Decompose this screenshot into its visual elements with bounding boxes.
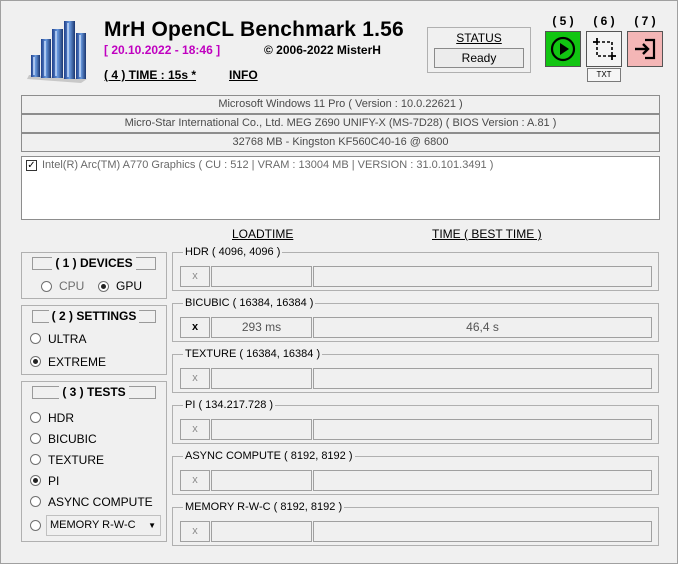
run-shortcut-number: ( 5 ) — [552, 14, 574, 28]
cpu-label: CPU — [59, 279, 85, 293]
result-label: TEXTURE ( 16384, 16384 ) — [183, 348, 323, 360]
extreme-radio[interactable] — [30, 356, 41, 367]
screenshot-shortcut-number: ( 6 ) — [593, 14, 615, 28]
async-compute-label: ASYNC COMPUTE — [48, 495, 153, 509]
result-row-memory-rwc: MEMORY R-W-C ( 8192, 8192 ) x — [172, 501, 659, 546]
device-checkbox[interactable]: ✓ — [26, 160, 37, 171]
texture-label: TEXTURE — [48, 453, 105, 467]
settings-group-title-text: ( 2 ) SETTINGS — [48, 309, 140, 323]
status-value: Ready — [434, 48, 524, 68]
time-value: 46,4 s — [313, 317, 652, 338]
result-row-hdr: HDR ( 4096, 4096 ) x — [172, 246, 659, 291]
tests-group-title-text: ( 3 ) TESTS — [59, 385, 129, 399]
device-list-item[interactable]: Intel(R) Arc(TM) A770 Graphics ( CU : 51… — [42, 159, 493, 171]
txt-export-button[interactable]: TXT — [587, 68, 621, 82]
motherboard-info: Micro-Star International Co., Ltd. MEG Z… — [21, 114, 660, 133]
bicubic-label: BICUBIC — [48, 432, 97, 446]
loadtime-value: 293 ms — [211, 317, 312, 338]
play-icon — [550, 36, 576, 62]
memory-rwc-radio[interactable] — [30, 520, 41, 531]
exit-button[interactable] — [627, 31, 663, 67]
cpu-radio[interactable] — [41, 281, 52, 292]
loadtime-value — [211, 470, 312, 491]
clear-result-button[interactable]: x — [180, 521, 210, 542]
device-list: ✓ Intel(R) Arc(TM) A770 Graphics ( CU : … — [21, 156, 660, 220]
exit-shortcut-number: ( 7 ) — [634, 14, 656, 28]
result-row-texture: TEXTURE ( 16384, 16384 ) x — [172, 348, 659, 393]
memory-test-select-value: MEMORY R-W-C — [50, 519, 136, 531]
copyright-text: © 2006-2022 MisterH — [264, 43, 381, 57]
pi-label: PI — [48, 474, 60, 488]
ultra-label: ULTRA — [48, 332, 87, 346]
loadtime-column-header: LOADTIME — [232, 227, 294, 241]
hdr-label: HDR — [48, 411, 74, 425]
result-label: MEMORY R-W-C ( 8192, 8192 ) — [183, 501, 345, 513]
time-setting-link[interactable]: ( 4 ) TIME : 15s * — [104, 68, 196, 82]
clear-result-button[interactable]: x — [180, 470, 210, 491]
info-link[interactable]: INFO — [229, 68, 258, 82]
clear-result-button[interactable]: x — [180, 419, 210, 440]
async-compute-radio[interactable] — [30, 496, 41, 507]
ultra-radio[interactable] — [30, 333, 41, 344]
result-row-pi: PI ( 134.217.728 ) x — [172, 399, 659, 444]
clear-result-button[interactable]: x — [180, 317, 210, 338]
bicubic-radio[interactable] — [30, 433, 41, 444]
result-row-async-compute: ASYNC COMPUTE ( 8192, 8192 ) x — [172, 450, 659, 495]
pi-radio[interactable] — [30, 475, 41, 486]
run-button[interactable] — [545, 31, 581, 67]
exit-icon — [635, 38, 656, 60]
memory-test-select[interactable]: MEMORY R-W-C ▼ — [46, 515, 161, 536]
gpu-radio[interactable] — [98, 281, 109, 292]
devices-group-title-text: ( 1 ) DEVICES — [52, 256, 136, 270]
devices-group-title: ( 1 ) DEVICES — [32, 256, 156, 270]
result-label: PI ( 134.217.728 ) — [183, 399, 276, 411]
tests-group-title: ( 3 ) TESTS — [32, 385, 156, 399]
app-logo-icon — [27, 17, 89, 83]
build-date: [ 20.10.2022 - 18:46 ] — [104, 43, 221, 57]
screenshot-button[interactable] — [586, 31, 622, 67]
loadtime-value — [211, 521, 312, 542]
time-value — [313, 470, 652, 491]
result-label: BICUBIC ( 16384, 16384 ) — [183, 297, 316, 309]
app-title: MrH OpenCL Benchmark 1.56 — [104, 18, 404, 41]
memory-info: 32768 MB - Kingston KF560C40-16 @ 6800 — [21, 133, 660, 152]
hdr-radio[interactable] — [30, 412, 41, 423]
os-info: Microsoft Windows 11 Pro ( Version : 10.… — [21, 95, 660, 114]
time-column-header: TIME ( BEST TIME ) — [432, 227, 542, 241]
loadtime-value — [211, 266, 312, 287]
devices-group: ( 1 ) DEVICES CPU GPU — [21, 252, 167, 299]
status-title: STATUS — [456, 31, 502, 45]
time-value — [313, 368, 652, 389]
gpu-label: GPU — [116, 279, 143, 293]
dropdown-arrow-icon: ▼ — [148, 521, 156, 530]
app-window: MrH OpenCL Benchmark 1.56 [ 20.10.2022 -… — [0, 0, 678, 564]
result-label: ASYNC COMPUTE ( 8192, 8192 ) — [183, 450, 355, 462]
settings-group: ( 2 ) SETTINGS ULTRA EXTREME — [21, 305, 167, 375]
settings-group-title: ( 2 ) SETTINGS — [32, 309, 156, 323]
result-row-bicubic: BICUBIC ( 16384, 16384 ) x 293 ms 46,4 s — [172, 297, 659, 342]
clear-result-button[interactable]: x — [180, 266, 210, 287]
clear-result-button[interactable]: x — [180, 368, 210, 389]
time-value — [313, 419, 652, 440]
status-panel: STATUS Ready — [427, 27, 531, 73]
loadtime-value — [211, 419, 312, 440]
crop-selection-icon — [593, 38, 616, 60]
result-label: HDR ( 4096, 4096 ) — [183, 246, 283, 258]
texture-radio[interactable] — [30, 454, 41, 465]
extreme-label: EXTREME — [48, 355, 107, 369]
time-value — [313, 266, 652, 287]
time-value — [313, 521, 652, 542]
loadtime-value — [211, 368, 312, 389]
